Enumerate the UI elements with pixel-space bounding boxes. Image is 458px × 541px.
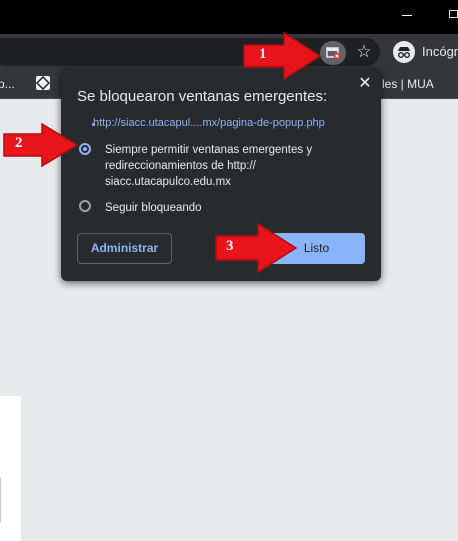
blocked-popup-link[interactable]: http://siacc.utacapul....mx/pagina-de-po… bbox=[93, 117, 325, 129]
annotation-number-2: 2 bbox=[15, 135, 23, 151]
allow-always-label[interactable]: Siempre permitir ventanas emergentes y r… bbox=[105, 142, 345, 190]
bookmark-item-mua[interactable]: les | MUA bbox=[382, 77, 434, 91]
bookmark-favicon[interactable] bbox=[35, 75, 51, 91]
window-titlebar bbox=[0, 0, 458, 34]
minimize-icon[interactable] bbox=[402, 15, 412, 16]
annotation-arrow-2 bbox=[3, 122, 79, 168]
incognito-icon[interactable] bbox=[393, 41, 415, 63]
close-icon[interactable]: ✕ bbox=[356, 74, 374, 92]
incognito-label: Incógn bbox=[422, 44, 458, 59]
star-icon[interactable]: ☆ bbox=[354, 42, 374, 62]
allow-always-radio[interactable] bbox=[79, 143, 91, 155]
annotation-arrow-1 bbox=[243, 31, 322, 81]
bubble-title: Se bloquearon ventanas emergentes: bbox=[77, 88, 328, 105]
restore-icon[interactable] bbox=[449, 10, 458, 18]
keep-blocking-label[interactable]: Seguir bloqueando bbox=[105, 200, 202, 216]
keep-blocking-radio[interactable] bbox=[79, 200, 91, 212]
page-content-card bbox=[0, 396, 21, 541]
bookmark-item[interactable]: p... bbox=[0, 77, 15, 91]
annotation-number-3: 3 bbox=[226, 238, 234, 254]
page-divider bbox=[0, 478, 1, 522]
browser-toolbar bbox=[0, 34, 458, 70]
manage-button[interactable]: Administrar bbox=[77, 233, 172, 264]
annotation-number-1: 1 bbox=[259, 46, 267, 62]
